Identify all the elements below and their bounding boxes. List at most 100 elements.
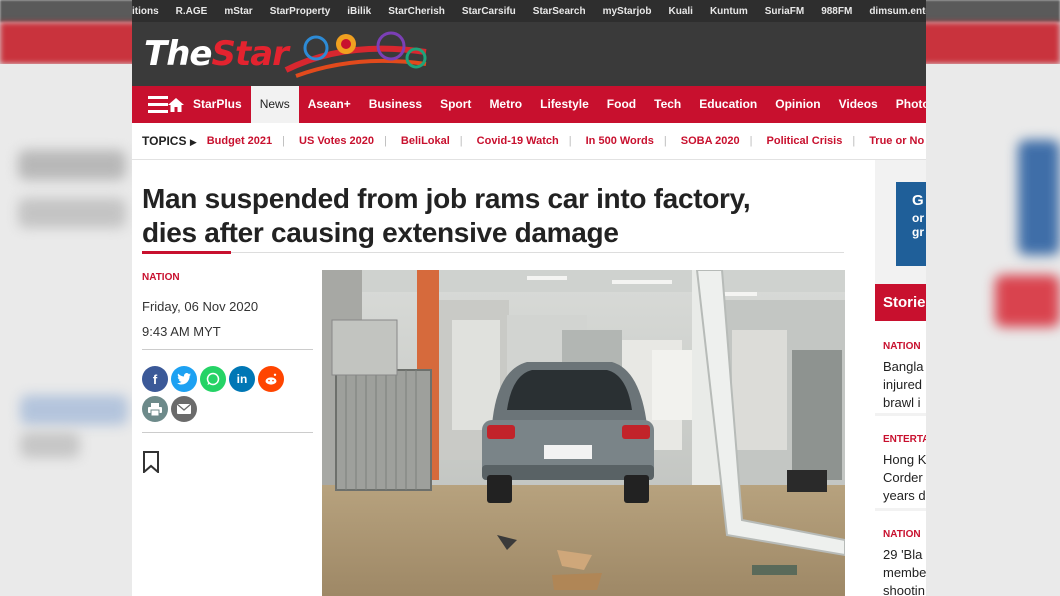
nav-item-starplus[interactable]: StarPlus [184, 86, 251, 123]
article-headline: Man suspended from job rams car into fac… [142, 183, 751, 248]
topic-link[interactable]: Budget 2021 [207, 135, 272, 147]
topic-link[interactable]: Covid-19 Watch [477, 135, 559, 147]
network-link[interactable]: StarProperty [270, 6, 331, 17]
nav-item-tech[interactable]: Tech [645, 86, 690, 123]
story-title: shootin [883, 583, 925, 596]
story-title: injured [883, 377, 923, 392]
nav-item-business[interactable]: Business [360, 86, 431, 123]
headline-accent [142, 251, 231, 254]
section-tag[interactable]: NATION [142, 272, 313, 283]
network-link[interactable]: mStar [224, 6, 252, 17]
linkedin-icon[interactable]: in [229, 366, 255, 392]
site-logo[interactable]: TheStar [144, 30, 434, 82]
stories-heading: Storie [875, 284, 926, 321]
network-link[interactable]: StarCherish [388, 6, 445, 17]
topic-link[interactable]: In 500 Words [586, 135, 654, 147]
nav-item-education[interactable]: Education [690, 86, 766, 123]
story-title: membe [883, 565, 926, 580]
divider: | [663, 135, 667, 147]
share-row: f in [142, 366, 313, 392]
topics-label[interactable]: TOPICS ▶ [142, 134, 197, 148]
story-title: brawl i [883, 395, 921, 410]
story-title: Hong K [883, 452, 926, 467]
blurred-blob [20, 395, 128, 425]
topic-link[interactable]: BeliLokal [401, 135, 450, 147]
divider: | [852, 135, 856, 147]
email-icon[interactable] [171, 396, 197, 422]
site-banner: TheStar [132, 22, 926, 86]
share-row [142, 396, 313, 422]
article-photo[interactable] [322, 270, 845, 596]
network-link[interactable]: StarCarsifu [462, 6, 516, 17]
network-link[interactable]: SuriaFM [765, 6, 804, 17]
article: Man suspended from job rams car into fac… [132, 160, 862, 596]
network-link[interactable]: itions [132, 6, 159, 17]
story-title: years d [883, 488, 926, 503]
nav-item-food[interactable]: Food [598, 86, 645, 123]
story-section-tag: ENTERTA [883, 434, 926, 445]
bookmark-icon[interactable] [142, 451, 160, 475]
story-title: Corder [883, 470, 923, 485]
topic-link[interactable]: US Votes 2020 [299, 135, 374, 147]
nav-item-lifestyle[interactable]: Lifestyle [531, 86, 598, 123]
story-card[interactable]: ENTERTA Hong K Corder years d [875, 416, 926, 508]
divider: | [568, 135, 572, 147]
divider [142, 252, 844, 253]
blurred-blob [20, 432, 80, 458]
menu-icon[interactable] [148, 86, 168, 123]
blurred-blob [18, 150, 126, 180]
network-link[interactable]: R.AGE [176, 6, 208, 17]
network-link[interactable]: Kuali [669, 6, 693, 17]
twitter-icon[interactable] [171, 366, 197, 392]
nav-item-metro[interactable]: Metro [480, 86, 531, 123]
divider: | [749, 135, 753, 147]
network-link[interactable]: iBilik [347, 6, 371, 17]
whatsapp-icon[interactable] [200, 366, 226, 392]
reddit-icon[interactable] [258, 366, 284, 392]
topic-link[interactable]: Political Crisis [767, 135, 843, 147]
home-icon[interactable] [168, 86, 184, 123]
network-link[interactable]: dimsum.entert [869, 6, 926, 17]
nav-item-news[interactable]: News [250, 86, 299, 123]
network-link[interactable]: 988FM [821, 6, 852, 17]
story-title: Bangla [883, 359, 924, 374]
nav-item-sport[interactable]: Sport [431, 86, 480, 123]
nav-item-opinion[interactable]: Opinion [766, 86, 829, 123]
nav-item-asean[interactable]: Asean+ [299, 86, 360, 123]
blurred-blob [995, 275, 1060, 327]
story-section-tag: NATION [883, 529, 921, 540]
topic-link[interactable]: True or No [869, 135, 924, 147]
story-card[interactable]: NATION Bangla injured brawl i [875, 321, 926, 413]
nav-item-photos[interactable]: Photos [887, 86, 926, 123]
divider: | [282, 135, 286, 147]
print-icon[interactable] [142, 396, 168, 422]
topic-link[interactable]: SOBA 2020 [681, 135, 740, 147]
story-title: 29 'Bla [883, 547, 923, 562]
advertisement[interactable]: G or gr [896, 182, 926, 266]
main-nav: StarPlus News Asean+ Business Sport Metr… [132, 86, 926, 123]
publish-time: 9:43 AM MYT [142, 324, 221, 339]
network-link[interactable]: myStarjob [603, 6, 652, 17]
story-section-tag: NATION [883, 341, 921, 352]
factory-photo [322, 270, 845, 596]
blurred-blob [18, 198, 126, 228]
peacock-decoration-icon [284, 31, 427, 78]
network-link[interactable]: StarSearch [533, 6, 586, 17]
story-card[interactable]: NATION 29 'Bla membe shootin [875, 511, 926, 596]
blurred-blob [1018, 140, 1060, 255]
network-link[interactable]: Kuntum [710, 6, 748, 17]
network-links-bar: itions R.AGE mStar StarProperty iBilik S… [132, 0, 926, 22]
caret-right-icon: ▶ [189, 137, 197, 147]
divider [142, 349, 313, 350]
divider [142, 432, 313, 433]
page-column: itions R.AGE mStar StarProperty iBilik S… [132, 0, 926, 596]
logo-wordmark: TheStar [144, 34, 289, 74]
article-meta: NATION Friday, 06 Nov 2020 9:43 AM MYT f… [142, 272, 313, 475]
publish-date: Friday, 06 Nov 2020 [142, 299, 259, 314]
nav-item-videos[interactable]: Videos [830, 86, 887, 123]
right-rail: G or gr Storie NATION Bangla injured bra… [875, 160, 926, 596]
facebook-icon[interactable]: f [142, 366, 168, 392]
divider: | [459, 135, 463, 147]
topics-bar: TOPICS ▶ Budget 2021 | US Votes 2020 | Bel… [132, 123, 926, 160]
divider: | [384, 135, 387, 147]
